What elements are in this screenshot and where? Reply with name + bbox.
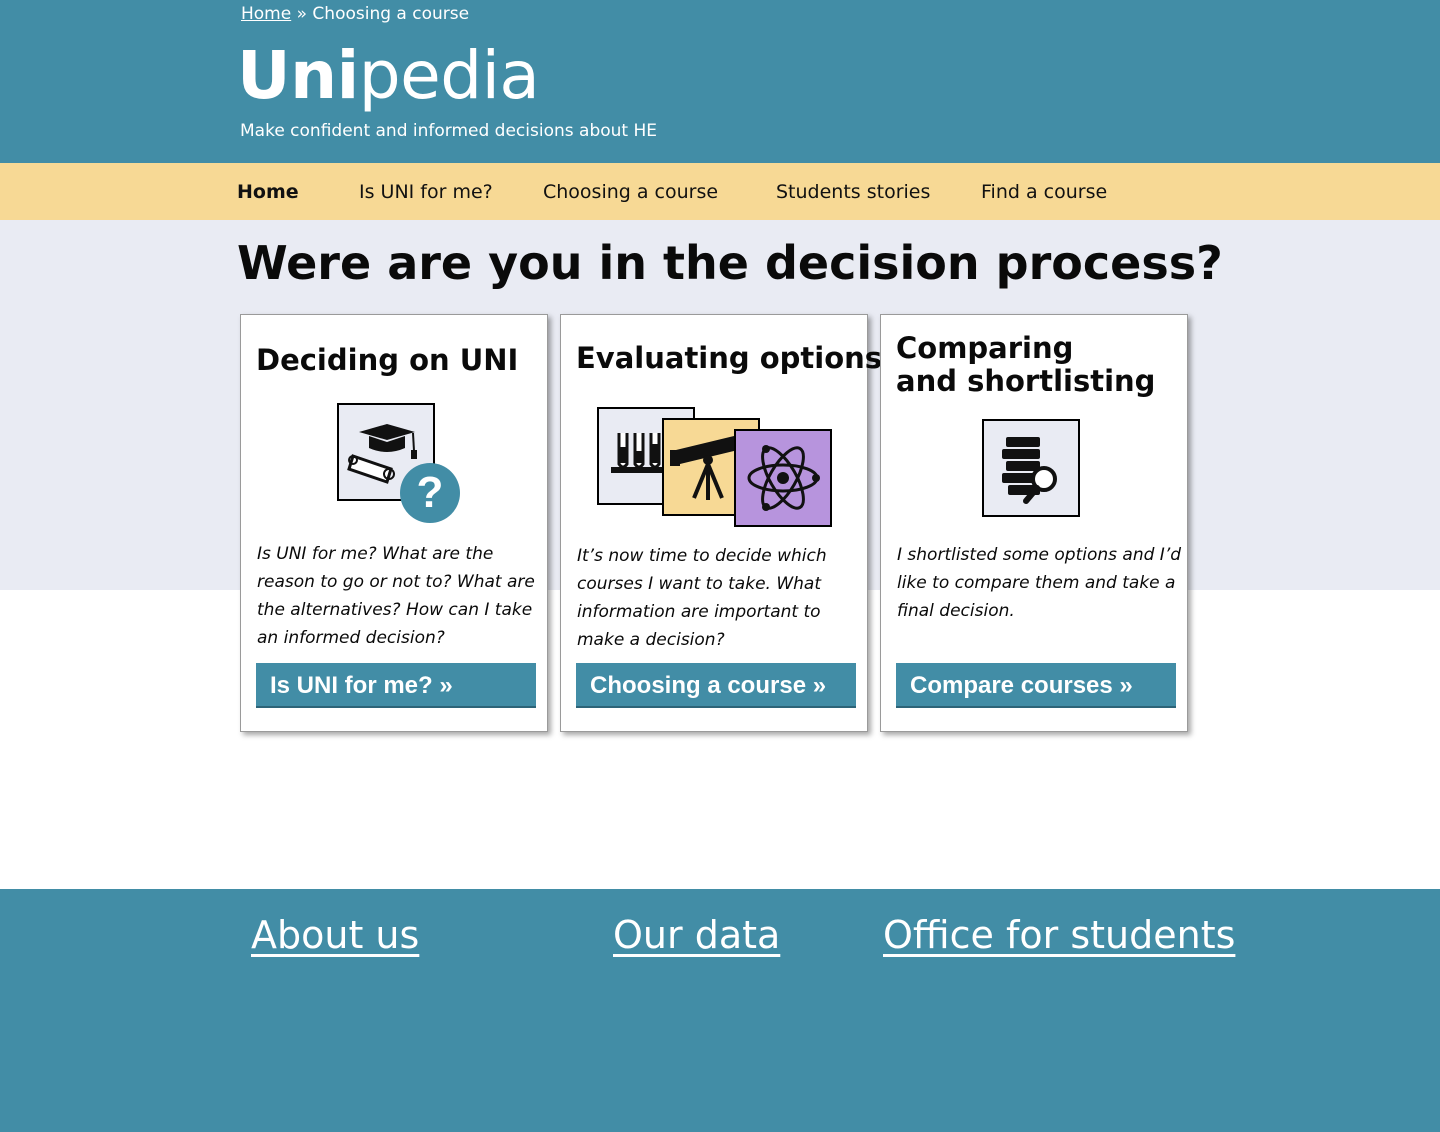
nav-item-is-uni-for-me[interactable]: Is UNI for me? [359, 181, 493, 203]
atom-svg [747, 445, 820, 511]
logo-bold-part: Uni [237, 37, 359, 114]
card-title: Evaluating options [576, 341, 883, 375]
compare-courses-button[interactable]: Compare courses » [896, 663, 1176, 708]
card-description: I shortlisted some options and I’d like … [897, 545, 1182, 621]
site-tagline: Make confident and informed decisions ab… [240, 121, 657, 141]
nav-item-find-a-course[interactable]: Find a course [981, 181, 1107, 203]
page-headline: Were are you in the decision process? [237, 236, 1223, 290]
is-uni-for-me-button[interactable]: Is UNI for me? » [256, 663, 536, 708]
nav-item-students-stories[interactable]: Students stories [776, 181, 930, 203]
card-title-line-2: and shortlisting [896, 364, 1156, 398]
nav-item-home[interactable]: Home [237, 181, 299, 203]
atom-icon [734, 429, 832, 527]
card-description: Is UNI for me? What are the reason to go… [257, 544, 535, 648]
books-magnifier-icon [982, 419, 1080, 517]
breadcrumb-separator: » [296, 4, 308, 24]
nav-item-choosing-a-course[interactable]: Choosing a course [543, 181, 718, 203]
books-magnifier-svg [1002, 437, 1057, 504]
breadcrumb-home-link[interactable]: Home [241, 4, 291, 24]
card-title: Deciding on UNI [256, 343, 519, 377]
logo-light-part: pedia [358, 37, 540, 114]
card-comparing-and-shortlisting: Comparing and shortlisting I shortlisted… [880, 314, 1188, 732]
footer-link-our-data[interactable]: Our data [613, 913, 780, 957]
breadcrumb: Home » Choosing a course [241, 4, 469, 24]
question-mark-icon: ? [400, 463, 460, 523]
card-description: It’s now time to decide which courses I … [577, 546, 827, 650]
site-logo[interactable]: Unipedia [237, 36, 540, 116]
site-header: Home » Choosing a course Unipedia Make c… [0, 0, 1440, 163]
choosing-a-course-button[interactable]: Choosing a course » [576, 663, 856, 708]
breadcrumb-current: Choosing a course [312, 4, 470, 24]
site-footer: About us Our data Office for students [0, 889, 1440, 1132]
card-title-line-1: Comparing [896, 331, 1074, 365]
card-deciding-on-uni: Deciding on UNI ? Is UNI for me? What ar… [240, 314, 548, 732]
footer-link-about-us[interactable]: About us [251, 913, 419, 957]
card-evaluating-options: Evaluating options It’s now time to deci… [560, 314, 882, 732]
main-nav: Home Is UNI for me? Choosing a course St… [0, 163, 1440, 220]
footer-link-office-for-students[interactable]: Office for students [883, 913, 1235, 957]
